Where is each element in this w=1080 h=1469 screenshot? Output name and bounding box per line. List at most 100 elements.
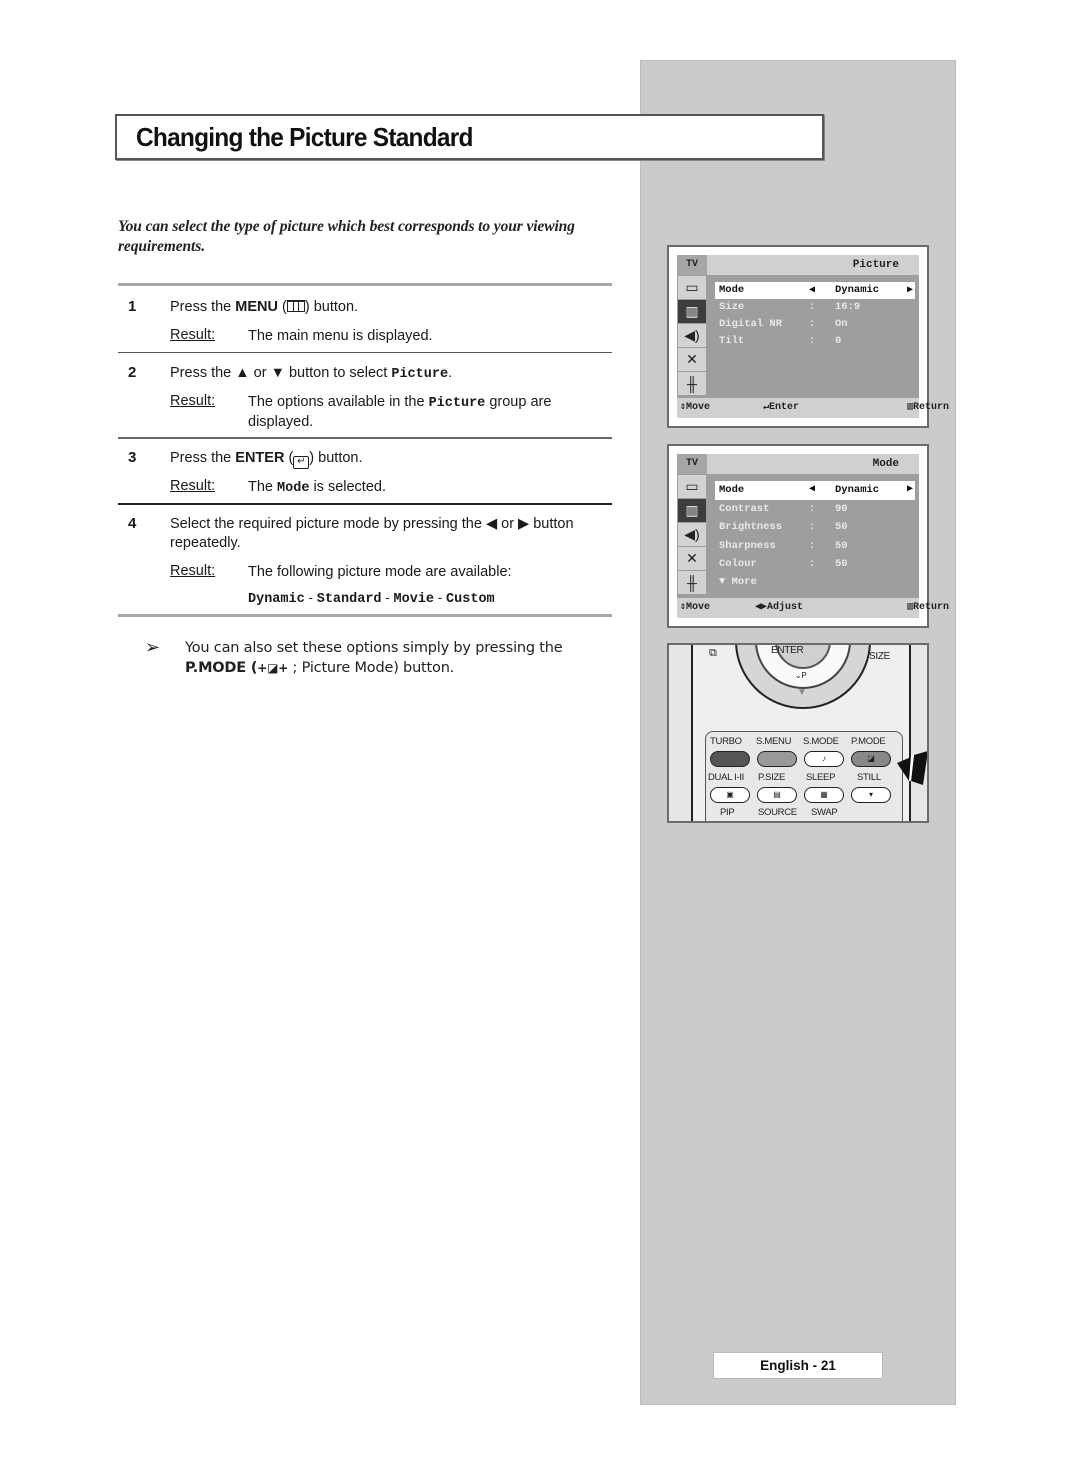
result-text: The options available in the Picture gro…	[248, 393, 608, 432]
smenu-button[interactable]	[757, 751, 797, 767]
osd-item-label: Tilt	[719, 335, 745, 347]
sound-icon[interactable]: ◀)	[678, 324, 706, 347]
osd-footer: ⇕ Move ↵ Enter ▥ Return	[677, 398, 949, 418]
pmode-label: P.MODE (	[185, 660, 258, 676]
picture-icon[interactable]: ▥	[678, 499, 706, 522]
separator: -	[304, 590, 317, 605]
osd-menu-item[interactable]: Tilt: 0	[715, 333, 915, 350]
osd-item-value: Dynamic	[835, 284, 880, 296]
osd-item-label: Colour	[719, 558, 757, 570]
move-hint: ⇕ Move	[680, 398, 710, 418]
picture-mode-option: Movie	[393, 592, 435, 607]
step-number: 2	[128, 364, 137, 381]
osd-menu-item[interactable]: Colour: 50	[715, 555, 915, 574]
osd-source: TV	[677, 255, 707, 275]
osd-item-label: Contrast	[719, 502, 770, 515]
osd-title: Mode	[872, 458, 899, 470]
osd-menu-item[interactable]: Digital NR: On	[715, 316, 915, 333]
still-button[interactable]: ▾	[851, 787, 891, 803]
result-label: Result:	[170, 478, 216, 494]
remote-control-illustration: ⧉ ENTER ⌄P ▼ SIZE TURBO S.MENU S.MODE P.…	[667, 643, 929, 823]
pip-icon: ⧉	[709, 647, 717, 659]
sound-icon[interactable]: ◀)	[678, 523, 706, 546]
setup-icon[interactable]: ╫	[678, 571, 706, 594]
text: Enter	[769, 402, 800, 413]
return-hint: ▥ Return	[907, 398, 949, 418]
divider	[118, 437, 612, 439]
result-text: The following picture mode are available…	[248, 564, 512, 580]
osd-item-value: 50	[835, 521, 848, 533]
text: The	[248, 479, 278, 495]
input-icon[interactable]: ▭	[678, 276, 706, 299]
pmode-button[interactable]: ◪	[851, 751, 891, 767]
separator: :	[809, 502, 816, 515]
source-label: SOURCE	[758, 807, 797, 818]
left-arrow-icon[interactable]: ◀	[809, 481, 815, 500]
pip-label: PIP	[720, 807, 735, 818]
osd-footer: ⇕ Move ◀▶ Adjust ▥ Return	[677, 598, 949, 618]
step-instruction: Press the ▲ or ▼ button to select Pictur…	[170, 364, 610, 384]
picture-menu-name: Picture	[391, 367, 449, 382]
osd-rows: Mode ◀ ▶ Dynamic Contrast:90 Brightness:50 Sha…	[715, 481, 915, 590]
divider	[118, 283, 612, 286]
source-button[interactable]: ▤	[757, 787, 797, 803]
text: button.	[309, 299, 359, 315]
osd-item-label: Digital NR	[719, 318, 783, 330]
picture-icon[interactable]: ▥	[678, 300, 706, 323]
osd-icon-column: ▭ ▥ ◀) ✕ ╫	[677, 474, 707, 595]
right-arrow-icon[interactable]: ▶	[907, 282, 913, 299]
title-box: Changing the Picture Standard	[115, 114, 824, 160]
p-down-label: ⌄P	[795, 671, 807, 680]
down-arrow-icon: ▼	[797, 687, 807, 698]
step-instruction: Press the MENU () button.	[170, 299, 359, 315]
left-arrow-icon[interactable]: ◀	[809, 282, 815, 299]
osd-item-value: 50	[835, 539, 848, 552]
swap-button[interactable]: ▦	[804, 787, 844, 803]
return-hint: ▥ Return	[907, 598, 949, 618]
turbo-button[interactable]	[710, 751, 750, 767]
dual-label: DUAL I-II	[708, 772, 745, 783]
osd-item-label: Size	[719, 301, 745, 313]
smode-button[interactable]: ♪	[804, 751, 844, 767]
text: P	[801, 671, 807, 680]
osd-menu-item[interactable]: Sharpness: 50	[715, 537, 915, 556]
text: Return	[913, 602, 950, 613]
enter-button-label: ENTER	[235, 450, 285, 466]
text: The options available in the	[248, 394, 429, 410]
osd-menu-item[interactable]: Mode ◀ ▶ Dynamic	[715, 282, 915, 299]
step-instruction: Press the ENTER (↵) button.	[170, 450, 363, 469]
menu-icon	[286, 300, 305, 312]
osd-menu-item[interactable]: Brightness: 50	[715, 518, 915, 537]
intro-text: You can select the type of picture which…	[118, 218, 575, 255]
picture-menu-name: Picture	[428, 396, 486, 411]
pip-button[interactable]: ▣	[710, 787, 750, 803]
osd-icon-column: ▭ ▥ ◀) ✕ ╫	[677, 275, 707, 396]
separator: :	[809, 335, 816, 347]
channel-icon[interactable]: ✕	[678, 547, 706, 570]
osd-item-value: Dynamic	[835, 484, 880, 496]
osd-header: TV Mode	[677, 454, 919, 474]
input-icon[interactable]: ▭	[678, 475, 706, 498]
setup-icon[interactable]: ╫	[678, 372, 706, 395]
osd-menu-item[interactable]: Mode ◀ ▶ Dynamic	[715, 481, 915, 500]
right-arrow-icon[interactable]: ▶	[907, 481, 913, 500]
osd-item-label: Sharpness	[719, 539, 776, 552]
text: .	[448, 365, 453, 381]
channel-icon[interactable]: ✕	[678, 348, 706, 371]
osd-menu-item[interactable]: Contrast: 90	[715, 500, 915, 519]
result-text: The main menu is displayed.	[248, 328, 433, 344]
page-number: English - 21	[713, 1352, 883, 1379]
separator: -	[434, 590, 447, 605]
osd-menu-item[interactable]: Size: 16:9	[715, 299, 915, 316]
osd-item-label: Mode	[719, 284, 745, 296]
turbo-label: TURBO	[710, 736, 742, 747]
move-hint: ⇕ Move	[680, 598, 710, 618]
osd-item-label: Brightness	[719, 521, 783, 533]
enter-label: ENTER	[771, 645, 804, 656]
osd-more-item[interactable]: ▼ More	[715, 574, 915, 590]
size-label: SIZE	[869, 651, 891, 662]
divider	[118, 614, 612, 617]
pmode-label: P.MODE	[851, 736, 886, 747]
text: ; Picture Mode) button.	[288, 660, 455, 676]
divider	[118, 352, 612, 353]
